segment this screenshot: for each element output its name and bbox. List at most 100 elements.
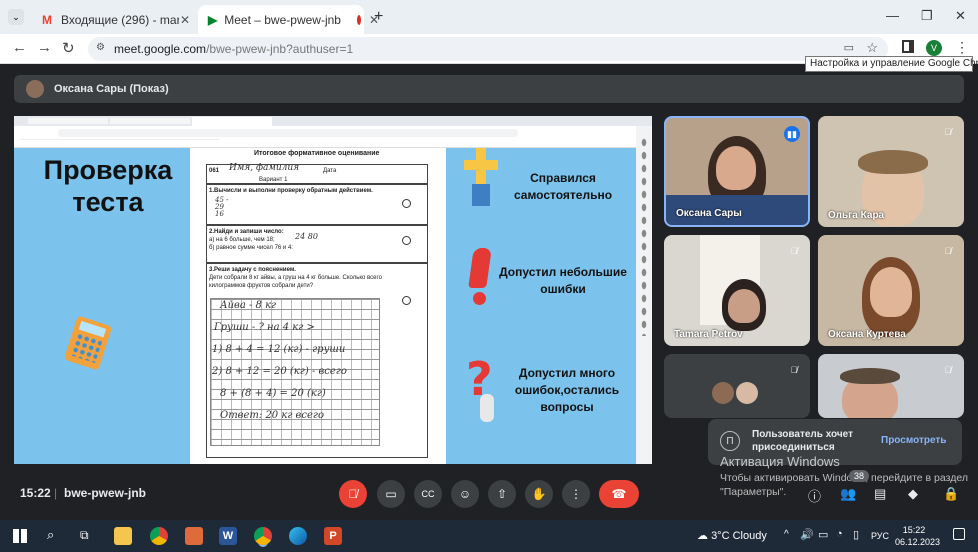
windows-start-icon[interactable] xyxy=(13,529,27,543)
participant-name: Ольга Кара xyxy=(828,210,885,221)
captions-button[interactable]: CC xyxy=(414,480,442,508)
shared-browser-tabs xyxy=(14,116,652,126)
camera-toggle-button[interactable]: ▭ xyxy=(377,480,405,508)
sidepanel-icon[interactable] xyxy=(902,40,914,53)
bookmark-star-icon[interactable]: ☆ xyxy=(866,40,878,56)
powerpoint-icon[interactable]: P xyxy=(324,527,342,545)
participant-tile[interactable]: ▮▮ Оксана Сары xyxy=(664,116,810,227)
browser-tab-gmail[interactable]: M Входящие (296) - maria.stiroi@... ✕ xyxy=(30,5,200,34)
host-controls-icon[interactable]: 🔒 xyxy=(943,486,959,502)
network-icon[interactable]: ▭ xyxy=(818,528,828,541)
notification-text: Пользователь хочет присоединиться xyxy=(752,429,853,453)
calculator-icon xyxy=(63,315,113,371)
chat-icon[interactable]: ▤ xyxy=(874,486,886,502)
clock[interactable]: 15:22 06.12.2023 xyxy=(895,524,940,548)
chrome-icon[interactable] xyxy=(254,527,272,545)
recording-icon xyxy=(356,14,361,25)
profile-avatar[interactable]: V xyxy=(926,40,942,56)
mic-off-icon: 🎙̸ xyxy=(944,365,952,375)
avatar xyxy=(712,382,734,404)
menu-tooltip: Настройка и управление Google Chrome xyxy=(805,56,978,72)
task-3-problem: Дети собрали 8 кг айвы, а груш на 4 кг б… xyxy=(209,275,382,289)
participant-name: Оксана Сары xyxy=(676,208,742,219)
tab-search-button[interactable]: ⌄ xyxy=(8,9,24,25)
wifi-icon[interactable]: ◔ xyxy=(836,528,843,540)
forward-icon[interactable]: → xyxy=(37,39,52,56)
address-bar[interactable]: ⚙ meet.google.com/bwe-pwew-jnb?authuser=… xyxy=(88,37,888,61)
question-mark-icon: ? xyxy=(464,354,504,424)
reactions-button[interactable]: ☺ xyxy=(451,480,479,508)
battery-icon[interactable]: ▯ xyxy=(853,528,859,541)
shared-screen: Проверка теста Итоговое формативное оцен… xyxy=(14,116,652,464)
participant-tile[interactable]: 🎙̸ xyxy=(818,354,964,418)
student-name: Имя, фамилия xyxy=(229,163,300,173)
participant-video xyxy=(728,289,760,323)
test-paper: Итоговое формативное оценивание 061 Имя,… xyxy=(190,148,446,464)
participant-tile[interactable]: 🎙̸ xyxy=(664,354,810,418)
meet-icon: ▶ xyxy=(208,12,218,27)
mic-off-icon: 🎙̸ xyxy=(944,246,952,256)
solution-line: Груши - ? на 4 кг > xyxy=(214,322,315,333)
gmail-icon: M xyxy=(42,12,52,27)
back-icon[interactable]: ← xyxy=(12,39,27,56)
url-path: /bwe-pwew-jnb?authuser=1 xyxy=(206,42,354,56)
task-1: 1.Вычисли и выполни проверку обратным де… xyxy=(206,184,428,225)
solution-line: Айва - 8 кг xyxy=(220,300,277,311)
chrome-menu-icon[interactable]: ⋮ xyxy=(955,39,969,56)
task-2-text: 2.Найди и запиши число: xyxy=(209,229,284,235)
reload-icon[interactable]: ↻ xyxy=(62,39,75,57)
volume-icon[interactable]: 🔊 xyxy=(800,528,814,541)
answer-circle xyxy=(402,236,411,245)
info-icon[interactable]: ⓘ xyxy=(808,486,821,505)
weather-text: 3°C Cloudy xyxy=(711,530,767,542)
chrome-icon[interactable] xyxy=(150,527,168,545)
edge-icon[interactable] xyxy=(289,527,307,545)
solution-line: 2) 8 + 12 = 20 (кг) - всего xyxy=(212,366,347,377)
leave-call-button[interactable]: ☎ xyxy=(599,480,639,508)
tab-label: Входящие (296) - maria.stiroi@... xyxy=(61,12,179,27)
paper-header-row: 061 Имя, фамилия Дата Вариант 1 xyxy=(206,163,428,184)
participant-tile[interactable]: 🎙̸ Оксана Куртева xyxy=(818,235,964,346)
avatar xyxy=(736,382,758,404)
close-icon[interactable]: ✕ xyxy=(180,13,190,27)
view-request-button[interactable]: Просмотреть xyxy=(881,435,946,446)
close-window-icon[interactable]: ✕ xyxy=(955,8,966,24)
input-language[interactable]: РУС xyxy=(871,531,889,541)
plus-mascot-icon xyxy=(462,148,500,208)
mic-toggle-button[interactable]: 🎙̸ xyxy=(339,480,367,508)
legend-label-1: Справился самостоятельно xyxy=(513,171,613,202)
tray-chevron-icon[interactable]: ^ xyxy=(784,529,789,540)
books-app-icon[interactable] xyxy=(185,527,203,545)
task-view-icon[interactable]: ⧉ xyxy=(80,528,89,543)
participant-video xyxy=(840,368,900,384)
windows-taskbar: ⌕ ⧉ W P ☁ 3°C Cloudy ^ 🔊 ▭ ◔ ▯ РУС 15:22… xyxy=(0,520,978,552)
new-tab-button[interactable]: + xyxy=(374,8,383,26)
search-icon[interactable]: ⌕ xyxy=(47,527,54,543)
task-2: 2.Найди и запиши число: а) на 6 больше, … xyxy=(206,225,428,263)
participant-video xyxy=(858,150,928,174)
browser-tab-strip: ⌄ M Входящие (296) - maria.stiroi@... ✕ … xyxy=(0,0,978,34)
word-icon[interactable]: W xyxy=(219,527,237,545)
notifications-icon[interactable] xyxy=(953,528,965,540)
participant-tile[interactable]: 🎙̸ Tamara Petrov xyxy=(664,235,810,346)
browser-tab-meet[interactable]: ▶ Meet – bwe-pwew-jnb ✕ xyxy=(198,5,379,34)
restore-icon[interactable]: ❐ xyxy=(921,8,933,24)
meeting-time: 15:22 xyxy=(20,486,51,500)
more-options-button[interactable]: ⋮ xyxy=(562,480,590,508)
exclamation-icon xyxy=(468,248,492,306)
weather-widget[interactable]: ☁ 3°C Cloudy xyxy=(697,529,767,542)
people-icon[interactable]: 👥 xyxy=(840,486,856,502)
raise-hand-button[interactable]: ✋ xyxy=(525,480,553,508)
present-button[interactable]: ⇧ xyxy=(488,480,516,508)
paper-number: 061 xyxy=(209,168,220,174)
url-host: meet.google.com xyxy=(114,42,207,56)
activities-icon[interactable]: ◆ xyxy=(908,486,918,502)
participant-video xyxy=(716,146,756,190)
legend-label-2: Допустил небольшие ошибки xyxy=(499,265,627,296)
minimize-icon[interactable]: — xyxy=(886,8,899,23)
answer-circle xyxy=(402,199,411,208)
site-settings-icon[interactable]: ⚙ xyxy=(96,42,105,53)
participant-tile[interactable]: 🎙̸ Ольга Кара xyxy=(818,116,964,227)
file-explorer-icon[interactable] xyxy=(114,527,132,545)
camera-icon[interactable]: ▭ xyxy=(844,41,854,54)
